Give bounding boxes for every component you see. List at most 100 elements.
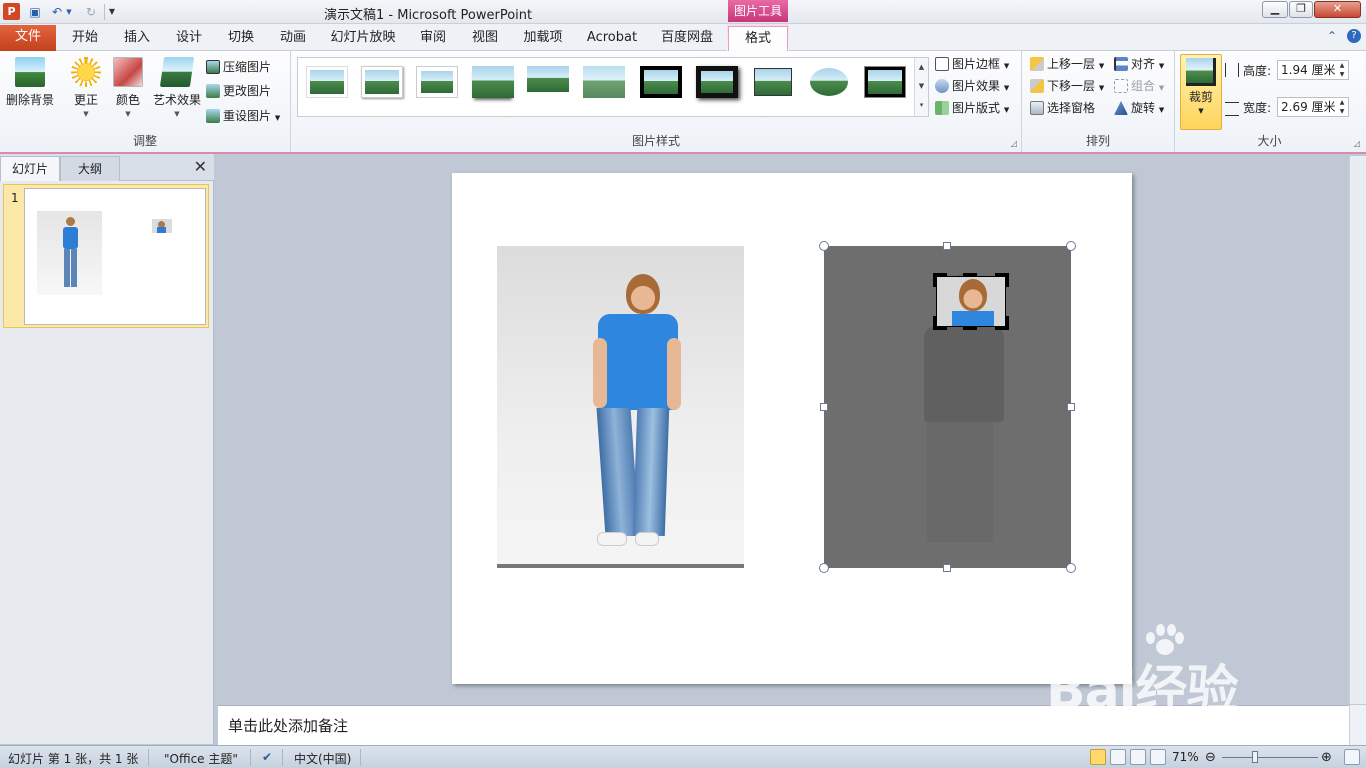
crop-handle-tl[interactable] (933, 273, 947, 287)
width-input[interactable]: 2.69 厘米 ▲ ▼ (1277, 97, 1349, 117)
redo-icon[interactable]: ↻ (82, 3, 100, 21)
dialog-launcher-icon[interactable]: ◿ (1354, 139, 1360, 148)
tab-format[interactable]: 格式 (728, 26, 788, 52)
crop-button[interactable]: 裁剪 ▼ (1180, 54, 1222, 130)
picture-effects-button[interactable]: 图片效果 ▼ (935, 76, 1009, 96)
tab-transitions[interactable]: 切换 (220, 26, 262, 51)
slideshow-view-button[interactable] (1150, 749, 1166, 765)
tab-acrobat[interactable]: Acrobat (580, 26, 644, 51)
tab-animations[interactable]: 动画 (272, 26, 314, 51)
color-button[interactable]: 颜色 ▼ (110, 55, 146, 118)
slide-thumbnail-item[interactable]: 1 (3, 184, 209, 328)
resize-handle-bottom[interactable] (943, 564, 951, 572)
style-thumb-4[interactable] (472, 66, 514, 98)
slide-thumbnail (24, 188, 206, 325)
minimize-ribbon-icon[interactable]: ⌃ (1327, 29, 1337, 43)
style-thumb-8[interactable] (696, 66, 738, 98)
close-button[interactable]: ✕ (1314, 1, 1361, 18)
resize-handle-tr[interactable] (1066, 241, 1076, 251)
style-thumb-10[interactable] (808, 66, 850, 98)
slide-canvas[interactable] (452, 173, 1132, 684)
powerpoint-app-icon[interactable]: P (3, 3, 20, 20)
style-thumb-11[interactable] (864, 66, 906, 98)
picture-border-button[interactable]: 图片边框 ▼ (935, 54, 1009, 74)
width-spinner[interactable]: ▲ ▼ (1336, 98, 1348, 116)
maximize-button[interactable]: ❐ (1289, 1, 1313, 18)
style-thumb-5[interactable] (527, 66, 569, 98)
close-pane-icon[interactable]: ✕ (194, 157, 207, 176)
language-status[interactable]: 中文(中国) (294, 750, 351, 767)
remove-background-button[interactable]: 删除背景 (3, 55, 57, 108)
normal-view-button[interactable] (1090, 749, 1106, 765)
tab-baidu-netdisk[interactable]: 百度网盘 (654, 26, 720, 51)
vertical-scrollbar[interactable] (1349, 156, 1366, 704)
rotate-button[interactable]: 旋转 ▼ (1114, 98, 1164, 118)
resize-handle-tl[interactable] (819, 241, 829, 251)
height-input[interactable]: 1.94 厘米 ▲ ▼ (1277, 60, 1349, 80)
zoom-slider[interactable] (1222, 757, 1318, 758)
tab-review[interactable]: 审阅 (412, 26, 454, 51)
customize-quick-access-icon[interactable]: ▼ (106, 3, 118, 21)
gallery-scroll[interactable]: ▲ ▼ ▾ (914, 58, 928, 116)
style-thumb-3[interactable] (416, 66, 458, 98)
crop-handle-bottom[interactable] (963, 326, 977, 330)
style-thumb-1[interactable] (306, 66, 348, 98)
style-thumb-2[interactable] (361, 66, 403, 98)
resize-handle-top[interactable] (943, 242, 951, 250)
zoom-out-icon[interactable]: ⊖ (1205, 750, 1216, 765)
send-backward-button[interactable]: 下移一层 ▼ (1030, 76, 1104, 96)
compress-pictures-button[interactable]: 压缩图片 (206, 57, 271, 77)
picture-styles-group: ▲ ▼ ▾ 图片边框 ▼ 图片效果 ▼ 图片版式 ▼ 图片样式 ◿ (291, 51, 1022, 152)
resize-handle-bl[interactable] (819, 563, 829, 573)
reset-picture-button[interactable]: 重设图片 ▼ (206, 106, 280, 126)
left-photo[interactable] (497, 246, 744, 568)
gallery-more-icon[interactable]: ▾ (915, 96, 928, 115)
picture-layout-button[interactable]: 图片版式 ▼ (935, 98, 1009, 118)
tab-slideshow[interactable]: 幻灯片放映 (325, 26, 401, 51)
tab-insert[interactable]: 插入 (116, 26, 158, 51)
slides-pane: 幻灯片 大纲 ✕ 1 (0, 154, 214, 744)
gallery-up-icon[interactable]: ▲ (915, 58, 928, 77)
resize-handle-right[interactable] (1067, 403, 1075, 411)
undo-dropdown-icon[interactable]: ▼ (64, 3, 74, 21)
resize-handle-br[interactable] (1066, 563, 1076, 573)
tab-view[interactable]: 视图 (464, 26, 506, 51)
resize-handle-left[interactable] (820, 403, 828, 411)
style-thumb-7[interactable] (640, 66, 682, 98)
corrections-button[interactable]: 更正 ▼ (66, 55, 106, 118)
notes-scrollbar[interactable] (1349, 705, 1366, 745)
style-thumb-6[interactable] (583, 66, 625, 98)
tab-file[interactable]: 文件 (0, 25, 56, 51)
slide-sorter-view-button[interactable] (1110, 749, 1126, 765)
tab-home[interactable]: 开始 (64, 26, 106, 51)
zoom-level[interactable]: 71% (1172, 750, 1199, 764)
tab-design[interactable]: 设计 (168, 26, 210, 51)
group-button[interactable]: 组合 ▼ (1114, 76, 1164, 96)
gallery-down-icon[interactable]: ▼ (915, 77, 928, 96)
crop-handle-tr[interactable] (995, 273, 1009, 287)
style-thumb-9[interactable] (752, 66, 794, 98)
bring-forward-button[interactable]: 上移一层 ▼ (1030, 54, 1104, 74)
minimize-button[interactable]: ▁ (1262, 1, 1288, 18)
selection-pane-button[interactable]: 选择窗格 (1030, 98, 1095, 118)
save-icon[interactable]: ▣ (26, 3, 44, 21)
tab-addins[interactable]: 加载项 (516, 26, 570, 51)
tab-outline[interactable]: 大纲 (60, 156, 120, 181)
fit-to-window-button[interactable] (1344, 749, 1360, 765)
tab-slides[interactable]: 幻灯片 (0, 156, 60, 181)
crop-handle-br[interactable] (995, 316, 1009, 330)
zoom-slider-thumb[interactable] (1252, 751, 1258, 763)
crop-handle-bl[interactable] (933, 316, 947, 330)
crop-handle-top[interactable] (963, 273, 977, 277)
align-button[interactable]: 对齐 ▼ (1114, 54, 1164, 74)
reading-view-button[interactable] (1130, 749, 1146, 765)
dialog-launcher-icon[interactable]: ◿ (1011, 139, 1017, 148)
zoom-in-icon[interactable]: ⊕ (1321, 750, 1332, 765)
help-icon[interactable]: ? (1347, 29, 1361, 43)
spell-check-icon[interactable]: ✔ (262, 750, 272, 764)
notes-pane[interactable]: 单击此处添加备注 (218, 705, 1349, 745)
change-picture-button[interactable]: 更改图片 (206, 81, 271, 101)
theme-status[interactable]: "Office 主题" (164, 750, 238, 767)
artistic-effects-button[interactable]: 艺术效果 ▼ (150, 55, 204, 118)
height-spinner[interactable]: ▲ ▼ (1336, 61, 1348, 79)
